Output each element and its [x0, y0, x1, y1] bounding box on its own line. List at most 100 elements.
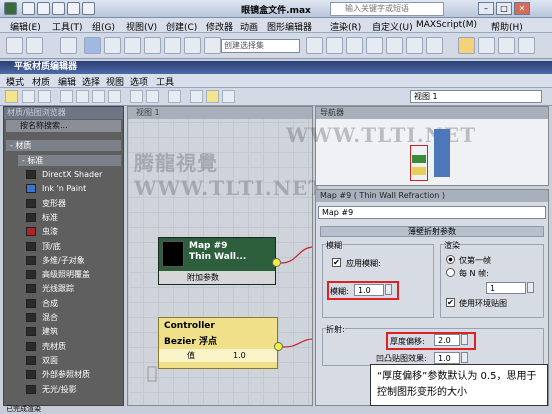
menu-create[interactable]: 创建(C) [166, 20, 197, 33]
link-icon[interactable] [60, 37, 77, 54]
menu-maxscript[interactable]: MAXScript(M) [416, 20, 477, 30]
thickness-input[interactable]: 2.0 [434, 334, 460, 346]
show-map-icon[interactable] [92, 90, 105, 103]
mirror-icon[interactable] [306, 37, 323, 54]
rect-select-icon[interactable] [124, 37, 141, 54]
material-swatch-icon [26, 370, 36, 380]
scale-icon[interactable] [204, 37, 221, 54]
blur-input[interactable]: 1.0 [354, 284, 384, 296]
env-map-checkbox[interactable]: ✔ [446, 298, 455, 307]
rotate-icon[interactable] [184, 37, 201, 54]
browser-item[interactable]: 双面 [22, 355, 122, 367]
mat-menu-select[interactable]: 选择 [82, 75, 100, 88]
layout-icon[interactable] [130, 90, 143, 103]
browser-item[interactable]: 混合 [22, 312, 122, 324]
quick-render-icon[interactable] [498, 37, 515, 54]
browser-item[interactable]: 建筑 [22, 326, 122, 338]
menu-modifiers[interactable]: 修改器 [206, 20, 233, 33]
minimize-button[interactable]: – [478, 2, 494, 15]
thickness-spinner[interactable] [461, 334, 468, 345]
search-input[interactable]: 输入关键字或短语 [330, 2, 444, 16]
browser-item[interactable]: 高级照明覆盖 [22, 269, 122, 281]
menu-animation[interactable]: 动画 [240, 20, 258, 33]
render-icon[interactable] [478, 37, 495, 54]
every-n-input[interactable]: 1 [486, 282, 526, 294]
blur-spinner[interactable] [385, 284, 392, 295]
delete-icon[interactable] [60, 90, 73, 103]
browser-item[interactable]: DirectX Shader [22, 169, 122, 181]
undo-tool-icon[interactable] [6, 37, 23, 54]
hide-unused-icon[interactable] [190, 90, 203, 103]
material-editor-icon[interactable] [406, 37, 423, 54]
move-icon[interactable] [164, 37, 181, 54]
browser-item[interactable]: 外部参照材质 [22, 369, 122, 381]
browser-item[interactable]: 变形器 [22, 198, 122, 210]
view-dropdown[interactable]: 视图 1 [410, 90, 542, 103]
pointer-icon[interactable] [5, 90, 18, 103]
render-setup-icon[interactable] [426, 37, 443, 54]
pick-material-icon[interactable] [22, 90, 35, 103]
browser-search-input[interactable]: 按名称搜索... [6, 120, 121, 132]
material-swatch-icon [26, 327, 36, 337]
show-end-result-icon[interactable] [108, 90, 121, 103]
browser-item[interactable]: 无光/投影 [22, 384, 122, 396]
move-children-icon[interactable] [76, 90, 89, 103]
maximize-button[interactable]: □ [496, 2, 512, 15]
menu-rendering[interactable]: 渲染(R) [330, 20, 361, 33]
menu-graph-editors[interactable]: 图形编辑器 [267, 20, 312, 33]
browser-item[interactable]: 多维/子对象 [22, 255, 122, 267]
select-by-name-icon[interactable] [104, 37, 121, 54]
render-frame-icon[interactable] [458, 37, 475, 54]
select-object-icon[interactable] [84, 37, 101, 54]
node-view[interactable]: 视图 1 腾龍視覺 WWW.TLTI.NET Map #9 Thin Wall.… [127, 106, 323, 406]
map-name-field[interactable]: Map #9 [318, 206, 546, 219]
apply-blur-label: 应用模糊: [346, 259, 381, 268]
category-standard[interactable]: - 标准 [18, 155, 121, 166]
browser-item[interactable]: 虫漆 [22, 226, 122, 238]
blur-group-label: 模糊 [326, 240, 342, 251]
browser-item[interactable]: 顶/底 [22, 241, 122, 253]
bump-effect-input[interactable]: 1.0 [434, 352, 460, 364]
menu-customize[interactable]: 自定义(U) [372, 20, 413, 33]
teapot-icon[interactable] [518, 37, 535, 54]
menu-tools[interactable]: 工具(T) [52, 20, 83, 33]
mat-menu-edit[interactable]: 编辑 [58, 75, 76, 88]
browser-item[interactable]: 光线跟踪 [22, 283, 122, 295]
mat-menu-modes[interactable]: 模式 [6, 75, 24, 88]
menu-edit[interactable]: 编辑(E) [10, 20, 41, 33]
bump-effect-spinner[interactable] [461, 352, 468, 363]
menu-views[interactable]: 视图(V) [126, 20, 157, 33]
layout-children-icon[interactable] [146, 90, 159, 103]
align-icon[interactable] [326, 37, 343, 54]
browser-item[interactable]: 标准 [22, 212, 122, 224]
thin-wall-rollout[interactable]: 薄壁折射参数 [320, 226, 544, 237]
layer-icon[interactable] [346, 37, 363, 54]
nav-node-thumb [434, 129, 450, 177]
navigator-viewport-rect[interactable] [410, 145, 428, 181]
assign-material-icon[interactable] [38, 90, 51, 103]
curve-editor-icon[interactable] [366, 37, 383, 54]
mat-menu-options[interactable]: 选项 [130, 75, 148, 88]
browser-item[interactable]: Ink 'n Paint [22, 183, 122, 195]
menu-group[interactable]: 组(G) [92, 20, 115, 33]
mat-menu-view[interactable]: 视图 [106, 75, 124, 88]
lock-icon[interactable] [206, 90, 219, 103]
mat-menu-material[interactable]: 材质 [32, 75, 50, 88]
menu-help[interactable]: 帮助(H) [491, 20, 523, 33]
browser-item[interactable]: 壳材质 [22, 341, 122, 353]
browser-item[interactable]: 合成 [22, 298, 122, 310]
selection-set-dropdown[interactable]: 创建选择集 [221, 39, 300, 53]
first-frame-radio[interactable] [446, 255, 455, 264]
window-crossing-icon[interactable] [144, 37, 161, 54]
every-n-spinner[interactable] [527, 282, 534, 293]
toggle-slots-icon[interactable] [222, 90, 235, 103]
app-title-bar: 眼镜盒文件.max 输入关键字或短语 – □ ✕ [0, 0, 552, 18]
schematic-icon[interactable] [386, 37, 403, 54]
material-id-icon[interactable] [168, 90, 181, 103]
redo-tool-icon[interactable] [26, 37, 43, 54]
every-n-radio[interactable] [446, 268, 455, 277]
apply-blur-checkbox[interactable]: ✔ [332, 258, 341, 267]
close-button[interactable]: ✕ [514, 2, 530, 15]
category-materials[interactable]: - 材质 [6, 140, 121, 151]
mat-menu-utilities[interactable]: 工具 [156, 75, 174, 88]
